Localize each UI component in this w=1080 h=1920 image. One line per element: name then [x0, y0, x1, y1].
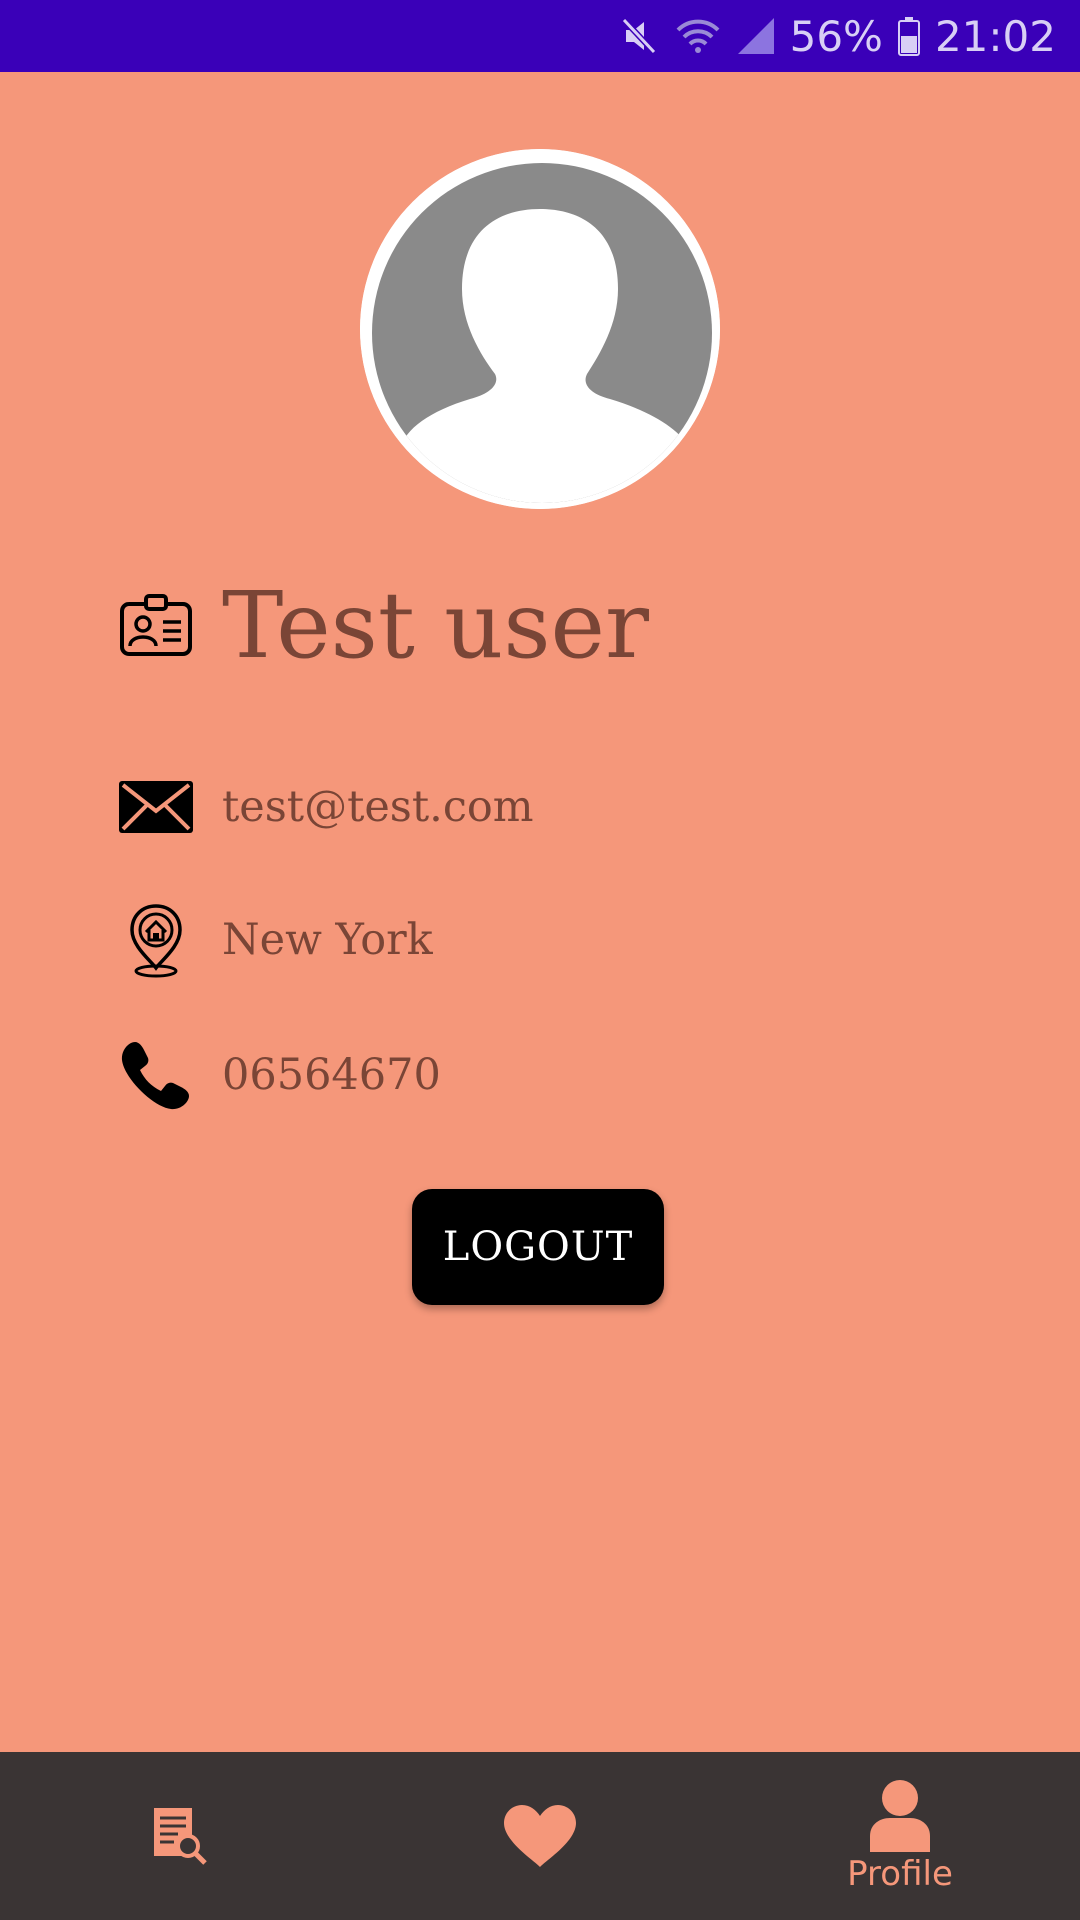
clock: 21:02 — [934, 11, 1056, 61]
mute-icon — [620, 16, 660, 56]
default-user-avatar — [360, 149, 720, 509]
profile-city-row: New York — [118, 902, 433, 978]
document-search-icon — [154, 1808, 207, 1865]
battery-icon — [897, 16, 921, 56]
profile-phone: 06564670 — [222, 1050, 441, 1100]
status-bar: 56% 21:02 — [0, 0, 1080, 72]
profile-email-row: test@test.com — [118, 769, 534, 845]
profile-phone-row: 06564670 — [118, 1037, 441, 1113]
id-card-icon — [118, 588, 194, 664]
logout-button[interactable]: LOGOUT — [412, 1189, 664, 1305]
heart-icon — [504, 1805, 576, 1867]
profile-screen: Test user test@test.com New York 0656467… — [0, 72, 1080, 1752]
nav-item-search[interactable] — [0, 1752, 360, 1920]
profile-email: test@test.com — [222, 782, 534, 832]
battery-percent: 56% — [789, 11, 883, 61]
phone-icon — [118, 1037, 194, 1113]
envelope-icon — [118, 769, 194, 845]
person-icon — [870, 1780, 930, 1852]
profile-name: Test user — [222, 572, 649, 679]
nav-item-favorites[interactable] — [360, 1752, 720, 1920]
bottom-navigation: Profile — [0, 1752, 1080, 1920]
home-location-pin-icon — [118, 902, 194, 978]
avatar[interactable] — [360, 149, 720, 509]
profile-name-row: Test user — [118, 572, 649, 679]
signal-icon — [736, 16, 776, 56]
nav-item-profile-label: Profile — [847, 1854, 953, 1894]
nav-item-profile[interactable]: Profile — [720, 1752, 1080, 1920]
wifi-icon — [674, 16, 722, 56]
profile-city: New York — [222, 915, 433, 965]
